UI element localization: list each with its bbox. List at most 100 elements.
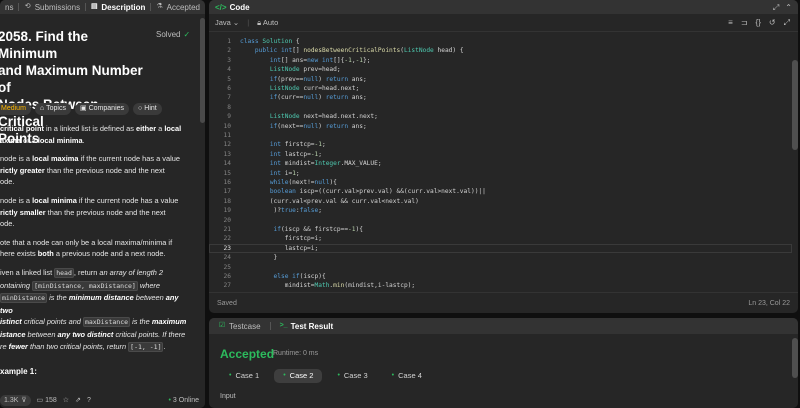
desc-paragraph: node is a local minima if the current no…	[0, 195, 179, 229]
tab-testcase[interactable]: ☑ Testcase	[213, 319, 266, 333]
code-line[interactable]: 15 int i=1;	[209, 169, 798, 178]
language-select[interactable]: Java ⌄	[215, 18, 239, 27]
pass-dot-icon: •	[391, 372, 395, 379]
line-code: int firstcp=-1;	[269, 141, 326, 149]
solved-status: Solved ✓	[156, 30, 191, 39]
maximize-icon[interactable]: ⤢	[773, 3, 779, 13]
desc-paragraph: node is a local maxima if the current no…	[0, 154, 180, 187]
verdict: Accepted	[220, 347, 275, 361]
result-panel: ☑ Testcase >_ Test Result Accepted Runtime…	[209, 318, 798, 408]
code-line[interactable]: 12 int firstcp=-1;	[209, 140, 798, 149]
code-line[interactable]: 17 boolean iscp=((curr.val>prev.val) &&(…	[209, 187, 798, 196]
reset-icon[interactable]: ↺	[769, 18, 776, 28]
code-line[interactable]: 18 (curr.val<prev.val && curr.val<next.v…	[209, 197, 798, 206]
code-line[interactable]: 10 if(next==null) return ans;	[209, 122, 798, 131]
code-line[interactable]: 26 else if(iscp){	[209, 272, 798, 281]
topics-button[interactable]: ⌂ Topics	[34, 103, 71, 115]
code-line[interactable]: 7 if(curr==null) return ans;	[209, 93, 798, 102]
lightbulb-icon: ○	[138, 105, 143, 112]
description-tabbar: ns ⟲ Submissions ▤ Description ⚗ Accepted	[0, 0, 205, 14]
check-circle-icon: ✓	[183, 30, 191, 39]
tab-accepted[interactable]: ⚗ Accepted	[151, 0, 205, 14]
terminal-icon: >_	[279, 322, 288, 329]
line-number: 1	[227, 38, 231, 45]
line-number: 23	[223, 244, 231, 252]
code-line[interactable]: 2 public int[] nodesBetweenCriticalPoint…	[209, 46, 798, 55]
tag-icon: ⌂	[39, 105, 45, 112]
code-line[interactable]: 24 }	[209, 253, 798, 262]
line-code: ListNode curr=head.next;	[269, 85, 360, 92]
line-number: 19	[223, 207, 231, 215]
line-number: 16	[223, 179, 231, 186]
case-tab[interactable]: • Case 1	[220, 369, 268, 383]
comment-icon: ▭	[36, 397, 44, 404]
line-code: else if(iscp){	[273, 273, 326, 280]
thumbs-down-icon[interactable]: ⊽	[21, 396, 26, 404]
sep: |	[247, 18, 250, 27]
line-code: int[] ans=new int[]{-1,-1};	[269, 56, 371, 64]
desc-paragraph: ote that a node can only be a local maxi…	[0, 237, 173, 259]
collapse-icon[interactable]: ⌃	[785, 3, 792, 13]
code-line[interactable]: 9 ListNode next=head.next.next;	[209, 112, 798, 121]
online-count: • 3 Online	[168, 396, 199, 404]
code-line[interactable]: 16 while(next!=null){	[209, 178, 798, 187]
line-code: ListNode next=head.next.next;	[269, 113, 378, 121]
line-number: 6	[227, 85, 231, 92]
tab-solutions[interactable]: ns	[0, 0, 18, 14]
code-line[interactable]: 8	[209, 103, 798, 112]
code-line[interactable]: 25	[209, 263, 798, 272]
case-tab[interactable]: • Case 4	[383, 369, 431, 383]
bookmark-icon[interactable]: ⊐	[741, 18, 748, 28]
tab-description[interactable]: ▤ Description	[85, 0, 150, 14]
auto-mode-toggle[interactable]: 🔒︎ Auto	[257, 18, 278, 28]
tab-submissions[interactable]: ⟲ Submissions	[19, 0, 85, 14]
tab-test-result[interactable]: >_ Test Result	[275, 319, 339, 333]
comments-button[interactable]: ▭ 158	[37, 396, 57, 404]
line-number: 11	[223, 132, 231, 139]
description-scrollbar[interactable]	[200, 18, 205, 123]
difficulty-badge: Medium	[0, 103, 31, 115]
line-code: if(iscp && firstcp==-1){	[273, 226, 363, 233]
companies-button[interactable]: ▣ Companies	[74, 103, 130, 115]
code-line[interactable]: 6 ListNode curr=head.next;	[209, 84, 798, 93]
star-icon[interactable]: ☆	[63, 396, 69, 404]
code-line[interactable]: 4 ListNode prev=head;	[209, 65, 798, 74]
case-tab[interactable]: • Case 2	[274, 369, 323, 383]
cursor-position: Ln 23, Col 22	[748, 299, 790, 307]
result-tabbar: ☑ Testcase >_ Test Result	[209, 318, 798, 334]
code-line[interactable]: 22 firstcp=i;	[209, 234, 798, 243]
expand-icon[interactable]: ⤢	[784, 18, 790, 28]
result-scrollbar[interactable]	[792, 338, 798, 378]
line-number: 2	[227, 47, 231, 55]
code-line[interactable]: 23 lastcp=i;	[209, 243, 798, 254]
line-number: 27	[223, 282, 231, 290]
code-line[interactable]: 11	[209, 131, 798, 140]
help-icon[interactable]: ?	[87, 397, 91, 404]
code-line[interactable]: 5 if(prev==null) return ans;	[209, 75, 798, 84]
flask-icon: ⚗	[156, 3, 163, 10]
share-icon[interactable]: ⇗	[75, 396, 81, 404]
code-line[interactable]: 13 int lastcp=-1;	[209, 150, 798, 159]
line-number: 18	[223, 197, 231, 205]
code-line[interactable]: 3 int[] ans=new int[]{-1,-1};	[209, 56, 798, 65]
braces-icon[interactable]: {}	[756, 18, 761, 28]
code-line[interactable]: 21 if(iscp && firstcp==-1){	[209, 225, 798, 234]
line-code: while(next!=null){	[269, 179, 337, 186]
runtime: Runtime: 0 ms	[273, 350, 319, 357]
like-button[interactable]: 1.3K ⊽	[0, 394, 31, 406]
code-line[interactable]: 20	[209, 216, 798, 225]
line-number: 17	[223, 188, 231, 196]
line-code: if(prev==null) return ans;	[269, 75, 367, 83]
code-line[interactable]: 19 )?true:false;	[209, 206, 798, 215]
code-line[interactable]: 14 int mindist=Integer.MAX_VALUE;	[209, 159, 798, 168]
problem-tags: Medium ⌂ Topics ▣ Companies ○ Hint	[0, 103, 162, 115]
line-code: boolean iscp=((curr.val>prev.val) &&(cur…	[269, 188, 486, 196]
clock-icon: ⟲	[24, 3, 31, 10]
code-line[interactable]: 1 class Solution {	[209, 37, 798, 46]
editor-scrollbar[interactable]	[792, 60, 798, 150]
format-icon[interactable]: ≡	[728, 18, 733, 28]
code-editor[interactable]: 1 class Solution {2 public int[] nodesBet…	[209, 36, 798, 292]
case-tab[interactable]: • Case 3	[328, 369, 376, 383]
code-line[interactable]: 27 mindist=Math.min(mindist,i-lastcp);	[209, 281, 798, 290]
hint-button[interactable]: ○ Hint	[133, 103, 162, 115]
